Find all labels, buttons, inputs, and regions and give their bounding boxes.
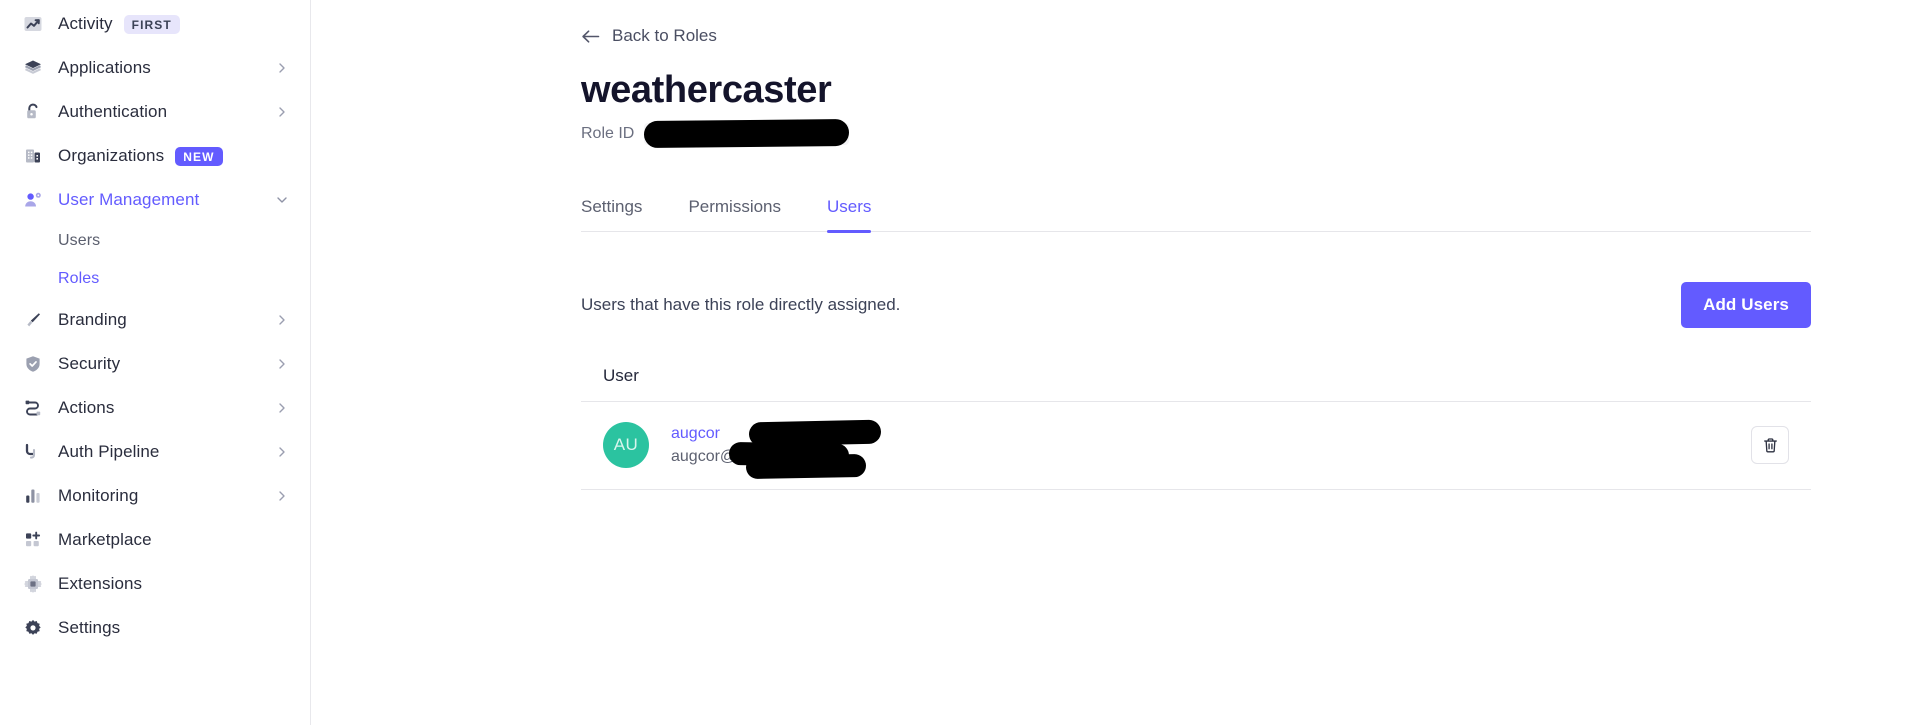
page-title: weathercaster — [581, 69, 832, 111]
redaction-mark — [745, 454, 867, 480]
role-id-value[interactable] — [644, 118, 850, 148]
users-table: User AU augcor augcor@ — [581, 366, 1811, 490]
sidebar-subitem-label: Roles — [58, 270, 100, 287]
redaction-mark — [644, 118, 850, 148]
arrow-left-icon — [581, 29, 600, 44]
shield-check-icon — [22, 353, 44, 375]
content-column: Back to Roles weathercaster Role ID Sett… — [581, 0, 1811, 490]
chevron-right-icon — [276, 62, 288, 74]
sidebar-item-marketplace[interactable]: Marketplace — [0, 518, 310, 562]
sidebar-item-label: Monitoring — [58, 486, 139, 505]
chevron-right-icon — [276, 106, 288, 118]
tab-settings[interactable]: Settings — [581, 197, 642, 231]
stack-layers-icon — [22, 57, 44, 79]
sidebar-item-label: Organizations — [58, 146, 165, 165]
table-row: AU augcor augcor@ — [581, 402, 1811, 490]
sidebar-item-label: Activity — [58, 14, 113, 33]
sidebar-item-settings[interactable]: Settings — [0, 606, 310, 650]
sidebar-item-security[interactable]: Security — [0, 342, 310, 386]
sidebar-item-branding[interactable]: Branding — [0, 298, 310, 342]
sidebar-item-roles[interactable]: Roles — [0, 260, 310, 298]
actions-flow-icon — [22, 397, 44, 419]
sidebar-item-users[interactable]: Users — [0, 222, 310, 260]
avatar: AU — [603, 422, 649, 469]
chevron-down-icon — [276, 194, 288, 206]
lock-icon — [22, 101, 44, 123]
trash-icon — [1762, 437, 1779, 454]
sidebar-item-label: Applications — [58, 58, 151, 77]
grid-plus-icon — [22, 529, 44, 551]
sidebar-item-auth-pipeline[interactable]: Auth Pipeline — [0, 430, 310, 474]
tab-bar: Settings Permissions Users — [581, 197, 1811, 233]
app-root: Activity FIRST Applications Authenticati… — [0, 0, 1920, 725]
user-gear-icon — [22, 189, 44, 211]
tab-users[interactable]: Users — [827, 197, 872, 233]
sidebar-item-label: Settings — [58, 618, 121, 637]
bar-chart-icon — [22, 485, 44, 507]
main-content: Back to Roles weathercaster Role ID Sett… — [311, 0, 1920, 725]
sidebar-item-actions[interactable]: Actions — [0, 386, 310, 430]
sidebar-item-monitoring[interactable]: Monitoring — [0, 474, 310, 518]
chevron-right-icon — [276, 402, 288, 414]
sidebar-item-authentication[interactable]: Authentication — [0, 90, 310, 134]
role-id-label: Role ID — [581, 124, 635, 142]
tab-permissions[interactable]: Permissions — [688, 197, 781, 231]
user-cell: augcor augcor@ — [671, 419, 971, 480]
sidebar-item-label: Marketplace — [58, 530, 152, 549]
sidebar-item-organizations[interactable]: Organizations NEW — [0, 134, 310, 178]
extension-chip-icon — [22, 573, 44, 595]
table-column-header-user: User — [581, 366, 1811, 402]
description-row: Users that have this role directly assig… — [581, 281, 1811, 328]
chevron-right-icon — [276, 358, 288, 370]
badge-new: NEW — [175, 146, 223, 166]
activity-chart-icon — [22, 13, 44, 35]
back-to-roles-label: Back to Roles — [612, 26, 717, 45]
sidebar-item-extensions[interactable]: Extensions — [0, 562, 310, 606]
sidebar-item-applications[interactable]: Applications — [0, 46, 310, 90]
sidebar-subitem-label: Users — [58, 232, 101, 249]
chevron-right-icon — [276, 490, 288, 502]
sidebar-item-label: Actions — [58, 398, 115, 417]
sidebar: Activity FIRST Applications Authenticati… — [0, 0, 311, 725]
chevron-right-icon — [276, 314, 288, 326]
add-users-button[interactable]: Add Users — [1681, 281, 1811, 328]
building-icon — [22, 145, 44, 167]
sidebar-item-user-management[interactable]: User Management — [0, 178, 310, 222]
users-description: Users that have this role directly assig… — [581, 294, 901, 314]
sidebar-item-label: User Management — [58, 190, 200, 209]
badge-first: FIRST — [123, 14, 180, 34]
sidebar-item-activity[interactable]: Activity FIRST — [0, 2, 310, 46]
delete-user-button[interactable] — [1751, 426, 1789, 465]
chevron-right-icon — [276, 446, 288, 458]
role-id-row: Role ID — [581, 118, 1811, 148]
sidebar-item-label: Security — [58, 354, 121, 373]
sidebar-item-label: Branding — [58, 310, 127, 329]
back-to-roles-link[interactable]: Back to Roles — [581, 26, 717, 46]
paintbrush-icon — [22, 309, 44, 331]
sidebar-item-label: Extensions — [58, 574, 143, 593]
pipeline-icon — [22, 441, 44, 463]
sidebar-item-label: Auth Pipeline — [58, 442, 160, 461]
gear-icon — [22, 617, 44, 639]
sidebar-item-label: Authentication — [58, 102, 168, 121]
